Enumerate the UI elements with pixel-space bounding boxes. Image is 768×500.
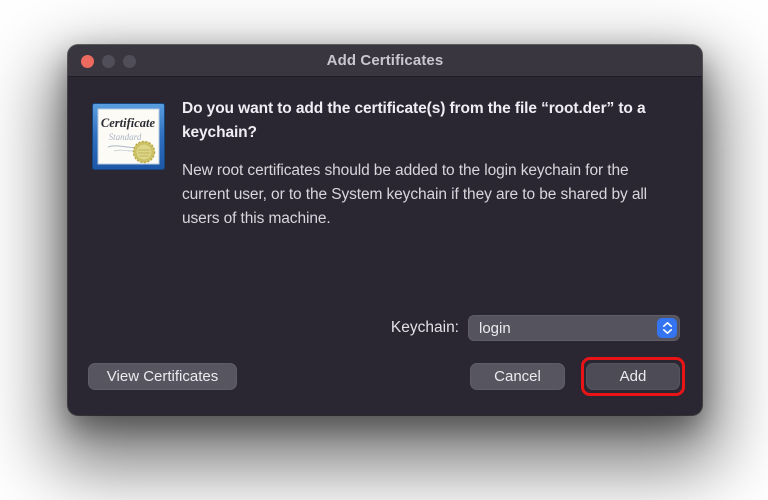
heading-line-2: keychain?: [182, 121, 682, 145]
certificate-icon-subtitle: Standard: [109, 132, 142, 142]
close-button[interactable]: [81, 55, 94, 68]
minimize-button[interactable]: [102, 55, 115, 68]
certificate-icon: Certificate Standard: [92, 103, 165, 170]
body-line-3: users of this machine.: [182, 207, 682, 231]
screenshot-canvas: Add Certificates Certificate Standard: [0, 0, 768, 500]
keychain-row: Keychain: login: [391, 315, 680, 341]
window-title: Add Certificates: [327, 52, 444, 69]
dropdown-stepper-icon: [657, 318, 677, 338]
add-certificates-dialog: Add Certificates Certificate Standard: [68, 45, 702, 415]
body-line-2: current user, or to the System keychain …: [182, 183, 682, 207]
keychain-selected-value: login: [468, 320, 511, 337]
titlebar[interactable]: Add Certificates: [68, 45, 702, 77]
view-certificates-button[interactable]: View Certificates: [88, 363, 237, 390]
annotation-highlight: Add: [581, 357, 685, 396]
body-line-1: New root certificates should be added to…: [182, 159, 682, 183]
certificate-icon-title: Certificate: [101, 116, 156, 130]
dialog-body: New root certificates should be added to…: [182, 159, 682, 231]
heading-line-1: Do you want to add the certificate(s) fr…: [182, 97, 682, 121]
traffic-lights: [81, 45, 136, 77]
dialog-heading: Do you want to add the certificate(s) fr…: [182, 97, 682, 145]
keychain-select[interactable]: login: [468, 315, 680, 341]
add-button[interactable]: Add: [586, 363, 680, 390]
dialog-text: Do you want to add the certificate(s) fr…: [182, 97, 682, 231]
keychain-label: Keychain:: [391, 319, 459, 337]
cancel-button[interactable]: Cancel: [470, 363, 565, 390]
zoom-button[interactable]: [123, 55, 136, 68]
gold-seal: [134, 142, 155, 163]
